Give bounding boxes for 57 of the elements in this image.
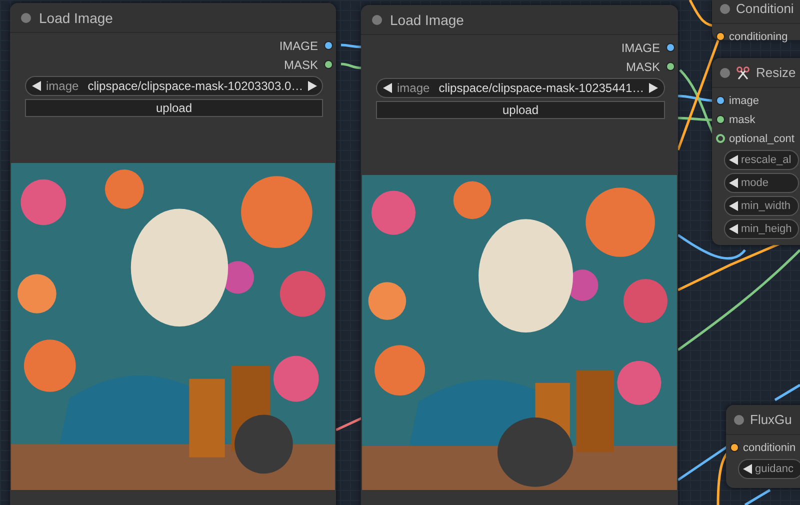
left-arrow-icon[interactable] (743, 464, 752, 474)
right-arrow-icon[interactable] (649, 83, 658, 93)
left-arrow-icon[interactable] (383, 83, 392, 93)
combo-widget[interactable]: image clipspace/clipspace-mask-10203303.0… (25, 76, 323, 96)
slot-dot[interactable] (716, 115, 725, 124)
node-title: Load Image (39, 10, 113, 26)
combo-widget[interactable]: image clipspace/clipspace-mask-10235441… (376, 78, 665, 98)
scissors-icon (736, 66, 750, 80)
collapse-dot[interactable] (720, 4, 730, 14)
left-arrow-icon[interactable] (32, 81, 41, 91)
slot-dot[interactable] (716, 32, 725, 41)
combo-widget[interactable]: rescale_al (724, 150, 799, 170)
left-arrow-icon[interactable] (729, 224, 738, 234)
link-wire (340, 44, 362, 48)
output-label: MASK (284, 58, 318, 72)
node-title: FluxGu (750, 412, 792, 427)
node-title: Load Image (390, 12, 464, 28)
left-arrow-icon[interactable] (729, 155, 738, 165)
input-label: mask (729, 114, 756, 126)
link-wire (774, 384, 800, 402)
combo-widget[interactable]: min_heigh (724, 219, 799, 239)
link-wire (340, 62, 362, 70)
slot-dot[interactable] (730, 443, 739, 452)
collapse-dot[interactable] (720, 68, 730, 78)
node-title: Conditioni (736, 1, 794, 16)
upload-button[interactable]: upload (376, 101, 665, 119)
slot-dot[interactable] (716, 96, 725, 105)
input-label: optional_cont (729, 132, 794, 144)
node-title: Resize (756, 65, 796, 80)
link-wire (335, 416, 363, 432)
node-card[interactable]: FluxGu conditionin guidanc (726, 405, 800, 488)
collapse-dot[interactable] (372, 14, 382, 24)
right-arrow-icon[interactable] (308, 81, 318, 91)
left-arrow-icon[interactable] (729, 178, 738, 188)
input-label: conditioning (729, 30, 788, 42)
upload-button[interactable]: upload (25, 99, 323, 117)
slot-dot[interactable] (324, 60, 333, 69)
output-label: IMAGE (279, 38, 318, 52)
link-wire (744, 488, 771, 505)
input-label: image (729, 94, 759, 106)
slot-dot[interactable] (666, 43, 675, 52)
output-label: IMAGE (621, 40, 660, 54)
combo-widget[interactable]: guidanc (738, 459, 800, 479)
combo-widget[interactable]: min_width (724, 196, 799, 216)
node-card[interactable]: Resize image mask optional_cont rescale_al mode min_width min_heigh (712, 58, 800, 245)
slot-dot[interactable] (666, 62, 675, 71)
node-card[interactable]: Load Image IMAGE MASK image clipspace/clipspace-mask-10203303.0… upload (10, 3, 336, 505)
slot-dot[interactable] (716, 134, 725, 143)
node-card[interactable]: Load Image IMAGE MASK image clipspace/clipspace-mask-10235441… upload (361, 5, 678, 505)
output-label: MASK (626, 60, 660, 74)
node-card[interactable]: Conditioni conditioning (712, 0, 800, 40)
collapse-dot[interactable] (21, 12, 31, 22)
left-arrow-icon[interactable] (729, 201, 738, 211)
input-label: conditionin (743, 442, 796, 454)
combo-widget[interactable]: mode (724, 173, 799, 193)
collapse-dot[interactable] (734, 414, 744, 424)
slot-dot[interactable] (324, 41, 333, 50)
